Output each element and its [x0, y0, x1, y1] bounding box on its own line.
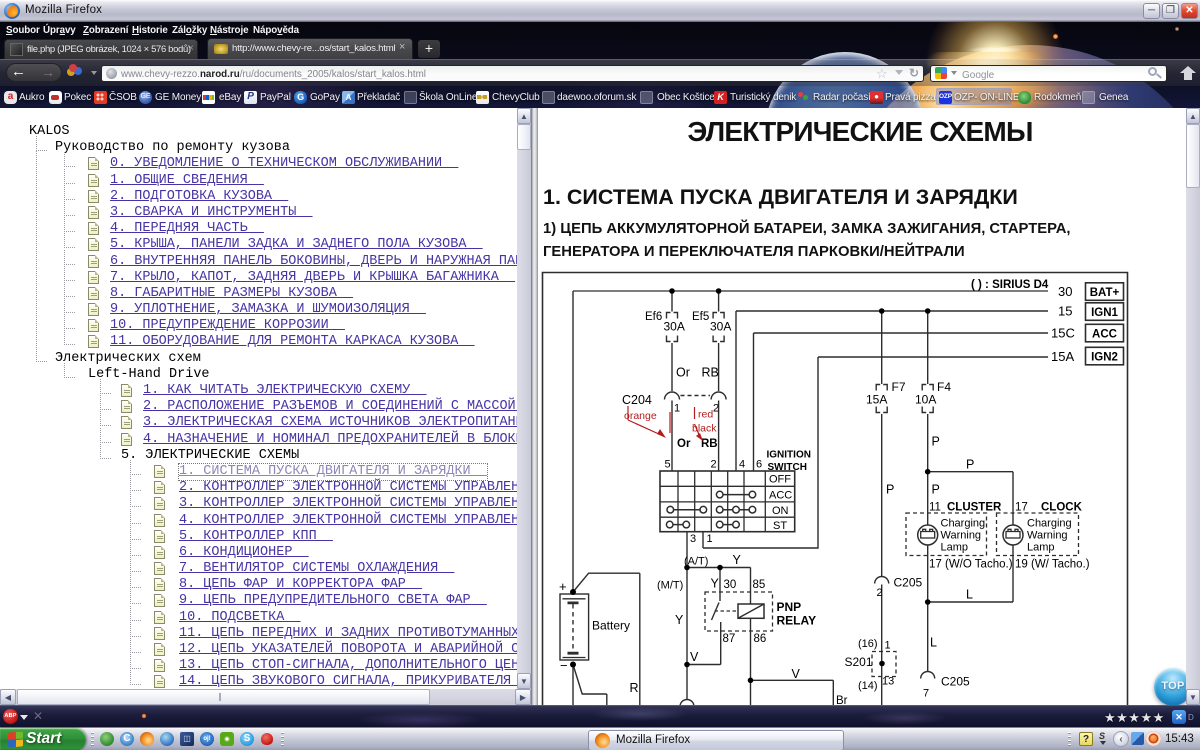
svg-text:7: 7	[923, 688, 929, 700]
svg-text:Br: Br	[836, 695, 848, 705]
svg-text:Lamp: Lamp	[941, 542, 969, 554]
svg-text:ON: ON	[772, 505, 789, 517]
svg-text:30: 30	[724, 579, 737, 591]
svg-text:P: P	[966, 458, 974, 472]
svg-text:13: 13	[882, 676, 894, 688]
svg-text:L: L	[966, 588, 973, 602]
svg-text:87: 87	[723, 633, 736, 645]
svg-text:1: 1	[885, 640, 891, 652]
svg-text:red: red	[698, 409, 713, 421]
svg-text:L: L	[930, 636, 937, 650]
svg-text:S201: S201	[845, 655, 873, 669]
svg-text:Charging: Charging	[1027, 518, 1072, 530]
svg-text:Lamp: Lamp	[1027, 542, 1055, 554]
svg-text:15A: 15A	[1051, 349, 1074, 364]
svg-text:RELAY: RELAY	[777, 614, 817, 628]
svg-text:C205: C205	[941, 675, 970, 689]
svg-text:IGN1: IGN1	[1091, 307, 1118, 319]
svg-text:17: 17	[929, 559, 942, 571]
svg-text:V: V	[792, 667, 801, 681]
svg-text:30A: 30A	[710, 320, 731, 334]
svg-text:1: 1	[707, 533, 713, 545]
svg-text:15A: 15A	[866, 393, 887, 407]
svg-text:V: V	[690, 650, 699, 664]
svg-text:(16): (16)	[858, 638, 878, 650]
svg-text:−: −	[560, 658, 568, 673]
svg-text:17: 17	[1015, 502, 1028, 514]
svg-text:Charging: Charging	[941, 518, 986, 530]
svg-text:15C: 15C	[1051, 326, 1075, 341]
svg-text:4: 4	[739, 459, 745, 471]
svg-text:P: P	[886, 483, 894, 497]
svg-text:BAT+: BAT+	[1090, 287, 1120, 299]
svg-text:R: R	[630, 681, 639, 695]
svg-text:PNP: PNP	[777, 600, 802, 614]
svg-text:ST: ST	[773, 520, 787, 532]
svg-text:SWITCH: SWITCH	[768, 462, 807, 473]
svg-text:CLOCK: CLOCK	[1041, 502, 1083, 514]
svg-text:+: +	[559, 579, 567, 594]
svg-text:Y: Y	[711, 577, 720, 591]
svg-text:(14): (14)	[858, 680, 878, 692]
svg-text:RB: RB	[702, 366, 719, 380]
svg-text:2: 2	[713, 403, 719, 415]
svg-text:Ef6: Ef6	[645, 311, 662, 323]
svg-text:Y: Y	[733, 553, 742, 567]
svg-text:( ) : SIRIUS D4: ( ) : SIRIUS D4	[971, 279, 1049, 291]
svg-text:85: 85	[753, 579, 766, 591]
svg-text:F7: F7	[892, 380, 906, 394]
svg-text:Warning: Warning	[1027, 530, 1068, 542]
svg-text:OFF: OFF	[769, 474, 791, 486]
svg-text:30A: 30A	[664, 320, 685, 334]
svg-text:ACC: ACC	[769, 490, 792, 502]
svg-text:IGNITION: IGNITION	[767, 450, 811, 461]
svg-text:3: 3	[690, 533, 696, 545]
svg-text:C205: C205	[894, 576, 923, 590]
svg-text:Y: Y	[675, 613, 684, 627]
svg-text:15: 15	[1058, 304, 1072, 319]
svg-text:Ef5: Ef5	[692, 311, 709, 323]
svg-text:ACC: ACC	[1092, 329, 1117, 341]
svg-text:1: 1	[674, 403, 680, 415]
svg-text:CLUSTER: CLUSTER	[947, 502, 1002, 514]
svg-text:2: 2	[877, 587, 883, 599]
svg-text:(A/T): (A/T)	[684, 556, 708, 568]
svg-text:19: 19	[1015, 559, 1028, 571]
svg-text:2: 2	[711, 459, 717, 471]
svg-text:Warning: Warning	[941, 530, 982, 542]
svg-text:Or: Or	[677, 438, 691, 450]
svg-text:IGN2: IGN2	[1091, 352, 1118, 364]
svg-text:F4: F4	[937, 380, 951, 394]
svg-text:11: 11	[929, 502, 941, 514]
svg-text:86: 86	[754, 633, 767, 645]
svg-text:P: P	[932, 435, 940, 449]
svg-text:6: 6	[756, 459, 762, 471]
svg-text:C204: C204	[622, 393, 652, 407]
svg-text:P: P	[932, 483, 940, 497]
svg-text:Or: Or	[676, 366, 690, 380]
svg-text:30: 30	[1058, 284, 1072, 299]
svg-text:(M/T): (M/T)	[657, 580, 683, 592]
svg-text:Battery: Battery	[592, 619, 630, 633]
svg-text:RB: RB	[701, 438, 718, 450]
svg-text:5: 5	[665, 459, 671, 471]
svg-text:(W/O Tacho.): (W/O Tacho.)	[945, 559, 1013, 571]
svg-text:10A: 10A	[915, 393, 936, 407]
svg-text:(W/ Tacho.): (W/ Tacho.)	[1031, 559, 1090, 571]
